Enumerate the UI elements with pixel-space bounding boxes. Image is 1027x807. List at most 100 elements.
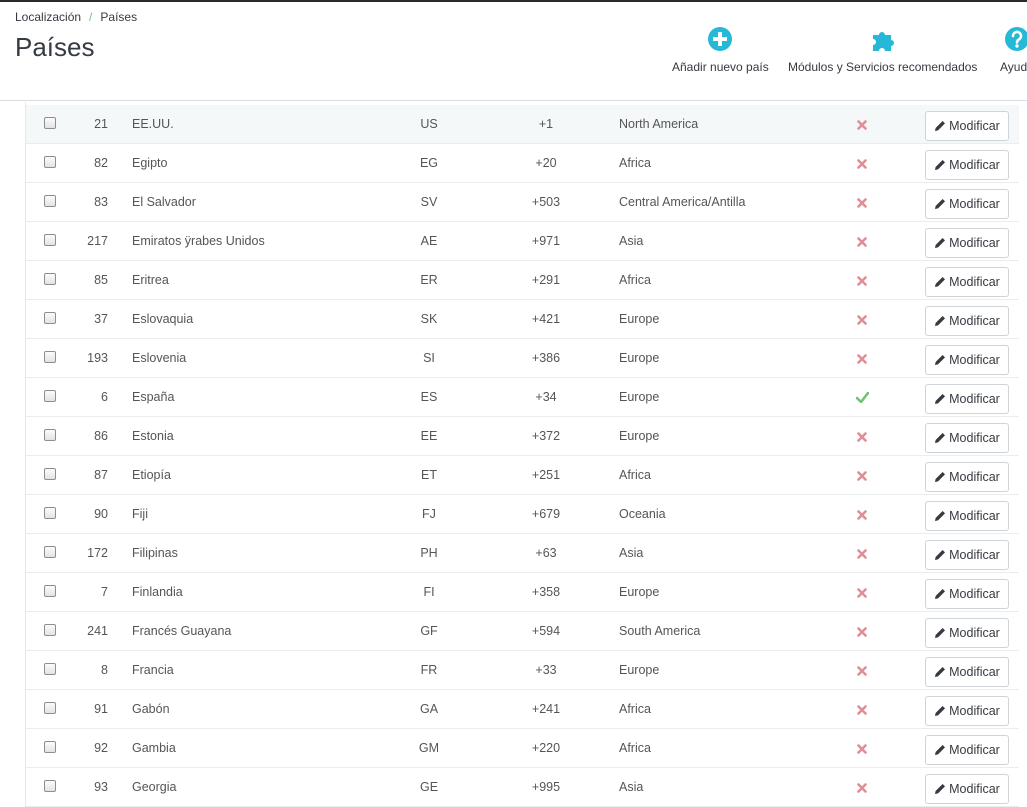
pencil-icon — [935, 745, 946, 755]
disabled-cross-icon[interactable] — [852, 612, 872, 650]
disabled-cross-icon[interactable] — [852, 495, 872, 533]
country-iso-code: GE — [419, 780, 439, 794]
row-checkbox[interactable] — [44, 312, 56, 324]
table-row: 21 EE.UU. US +1 North America Modificar — [26, 105, 1019, 144]
pencil-icon — [935, 160, 946, 170]
row-checkbox[interactable] — [44, 117, 56, 129]
disabled-cross-icon[interactable] — [852, 651, 872, 689]
pencil-icon — [935, 706, 946, 716]
country-name: Fiji — [132, 507, 148, 521]
country-call-prefix: +421 — [531, 312, 561, 326]
country-id: 87 — [94, 468, 108, 482]
country-name: Eslovaquia — [132, 312, 194, 326]
country-iso-code: EG — [419, 156, 439, 170]
edit-button[interactable]: Modificar — [925, 774, 1009, 804]
country-name: Eritrea — [132, 273, 169, 287]
row-checkbox[interactable] — [44, 585, 56, 597]
country-id: 8 — [101, 663, 108, 677]
country-zone: Africa — [619, 156, 651, 170]
pencil-icon — [935, 784, 946, 794]
country-iso-code: EE — [420, 429, 438, 443]
row-checkbox[interactable] — [44, 663, 56, 675]
disabled-cross-icon[interactable] — [852, 261, 872, 299]
disabled-cross-icon[interactable] — [852, 339, 872, 377]
table-row: 193 Eslovenia SI +386 Europe Modificar — [26, 339, 1019, 378]
country-zone: Africa — [619, 741, 651, 755]
disabled-cross-icon[interactable] — [852, 417, 872, 455]
edit-button[interactable]: Modificar — [925, 735, 1009, 765]
disabled-cross-icon[interactable] — [852, 183, 872, 221]
row-checkbox[interactable] — [44, 507, 56, 519]
edit-button-label: Modificar — [949, 392, 1000, 406]
disabled-cross-icon[interactable] — [852, 222, 872, 260]
edit-button[interactable]: Modificar — [925, 696, 1009, 726]
country-zone: North America — [619, 117, 699, 131]
row-checkbox[interactable] — [44, 273, 56, 285]
row-checkbox[interactable] — [44, 741, 56, 753]
table-row: 37 Eslovaquia SK +421 Europe Modificar — [26, 300, 1019, 339]
disabled-cross-icon[interactable] — [852, 456, 872, 494]
breadcrumb: Localización / Países — [15, 10, 137, 24]
edit-button[interactable]: Modificar — [925, 657, 1009, 687]
disabled-cross-icon[interactable] — [852, 768, 872, 806]
country-call-prefix: +372 — [531, 429, 561, 443]
row-checkbox[interactable] — [44, 195, 56, 207]
country-name: Francés Guayana — [132, 624, 232, 638]
country-id: 85 — [94, 273, 108, 287]
page-header: Localización / Países Países Añadir nuevo … — [0, 2, 1027, 101]
edit-button[interactable]: Modificar — [925, 111, 1009, 141]
disabled-cross-icon[interactable] — [852, 690, 872, 728]
country-call-prefix: +995 — [531, 780, 561, 794]
help-label: Ayuda — [1000, 60, 1027, 74]
country-iso-code: ES — [420, 390, 438, 404]
country-zone: Europe — [619, 585, 660, 599]
row-checkbox[interactable] — [44, 780, 56, 792]
country-id: 21 — [94, 117, 108, 131]
disabled-cross-icon[interactable] — [852, 729, 872, 767]
row-checkbox[interactable] — [44, 624, 56, 636]
disabled-cross-icon[interactable] — [852, 534, 872, 572]
country-id: 83 — [94, 195, 108, 209]
table-row: 8 Francia FR +33 Europe Modificar — [26, 651, 1019, 690]
row-checkbox[interactable] — [44, 234, 56, 246]
edit-button[interactable]: Modificar — [925, 618, 1009, 648]
row-checkbox[interactable] — [44, 351, 56, 363]
edit-button[interactable]: Modificar — [925, 345, 1009, 375]
row-checkbox[interactable] — [44, 429, 56, 441]
pencil-icon — [935, 511, 946, 521]
pencil-icon — [935, 472, 946, 482]
breadcrumb-separator: / — [89, 10, 93, 24]
row-checkbox[interactable] — [44, 702, 56, 714]
pencil-icon — [935, 277, 946, 287]
edit-button[interactable]: Modificar — [925, 189, 1009, 219]
edit-button[interactable]: Modificar — [925, 540, 1009, 570]
edit-button[interactable]: Modificar — [925, 228, 1009, 258]
disabled-cross-icon[interactable] — [852, 573, 872, 611]
enabled-check-icon[interactable] — [852, 378, 872, 416]
disabled-cross-icon[interactable] — [852, 300, 872, 338]
recommended-modules-button[interactable]: Módulos y Servicios recomendados — [788, 26, 977, 74]
edit-button[interactable]: Modificar — [925, 306, 1009, 336]
country-call-prefix: +20 — [535, 156, 557, 170]
disabled-cross-icon[interactable] — [852, 105, 872, 143]
add-country-button[interactable]: Añadir nuevo país — [672, 26, 769, 74]
table-row: 93 Georgia GE +995 Asia Modificar — [26, 768, 1019, 807]
row-checkbox[interactable] — [44, 546, 56, 558]
country-id: 82 — [94, 156, 108, 170]
disabled-cross-icon[interactable] — [852, 144, 872, 182]
edit-button[interactable]: Modificar — [925, 150, 1009, 180]
country-call-prefix: +34 — [535, 390, 557, 404]
row-checkbox[interactable] — [44, 156, 56, 168]
edit-button[interactable]: Modificar — [925, 423, 1009, 453]
help-button[interactable]: Ayuda — [1000, 26, 1027, 74]
country-name: Filipinas — [132, 546, 178, 560]
edit-button[interactable]: Modificar — [925, 579, 1009, 609]
edit-button[interactable]: Modificar — [925, 267, 1009, 297]
edit-button[interactable]: Modificar — [925, 462, 1009, 492]
edit-button-label: Modificar — [949, 626, 1000, 640]
edit-button[interactable]: Modificar — [925, 501, 1009, 531]
row-checkbox[interactable] — [44, 468, 56, 480]
row-checkbox[interactable] — [44, 390, 56, 402]
edit-button[interactable]: Modificar — [925, 384, 1009, 414]
breadcrumb-parent[interactable]: Localización — [15, 10, 81, 24]
